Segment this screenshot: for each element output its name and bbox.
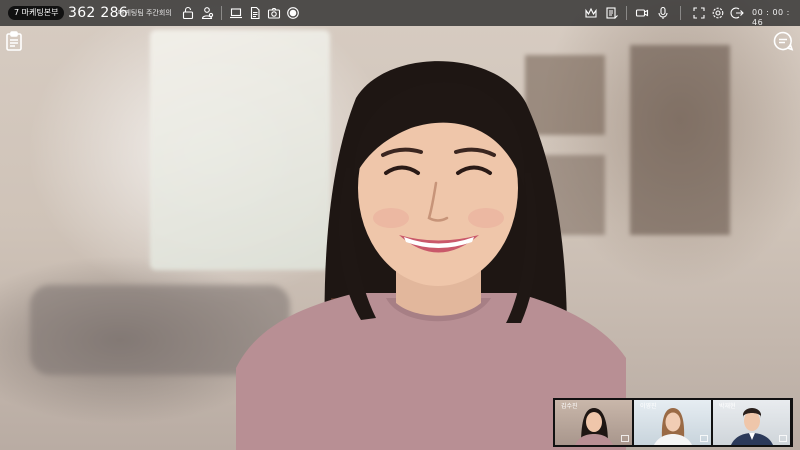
toolbar-divider [680,6,681,20]
thumbnail-expand-icon[interactable] [621,435,629,442]
participant-name: 이영진 [640,403,657,410]
lock-icon[interactable] [181,6,195,20]
thumbnail-expand-icon[interactable] [700,435,708,442]
participant-thumbnail[interactable]: 김수진 [555,400,632,445]
toolbar-divider [626,6,627,20]
clipboard-icon[interactable] [3,30,25,52]
fullscreen-icon[interactable] [692,6,706,20]
participant-name: 박재현 [719,403,736,410]
channel-badge[interactable]: 7 마케팅본부 [8,6,65,20]
screen-share-icon[interactable] [229,6,243,20]
record-icon[interactable] [286,6,300,20]
participant-thumbnail[interactable]: 이영진 [634,400,711,445]
room-name: 마케팅팀 주간회의 [118,9,172,17]
participants-icon[interactable] [200,6,214,20]
settings-icon[interactable] [711,6,725,20]
exit-icon[interactable] [730,6,744,20]
speaker-portrait [236,61,626,450]
toolbar-divider [221,6,222,20]
thumbnail-expand-icon[interactable] [779,435,787,442]
participant-name: 김수진 [561,403,578,410]
background-picture-frame [630,45,730,235]
document-icon[interactable] [248,6,262,20]
video-camera-icon[interactable] [635,6,649,20]
camera-snapshot-icon[interactable] [267,6,281,20]
participant-thumbnail-strip: 김수진 이영진 박재현 [553,398,793,447]
crown-icon[interactable] [584,6,598,20]
participant-thumbnail[interactable]: 박재현 [713,400,790,445]
elapsed-timer: 00 : 00 : 46 [752,8,790,27]
chat-icon[interactable] [772,30,794,52]
top-toolbar: 7 마케팅본부 362 286 마케팅팀 주간회의 00 : 00 : 46 [0,0,800,27]
microphone-icon[interactable] [656,6,670,20]
notes-icon[interactable] [605,6,619,20]
main-video [0,0,800,450]
